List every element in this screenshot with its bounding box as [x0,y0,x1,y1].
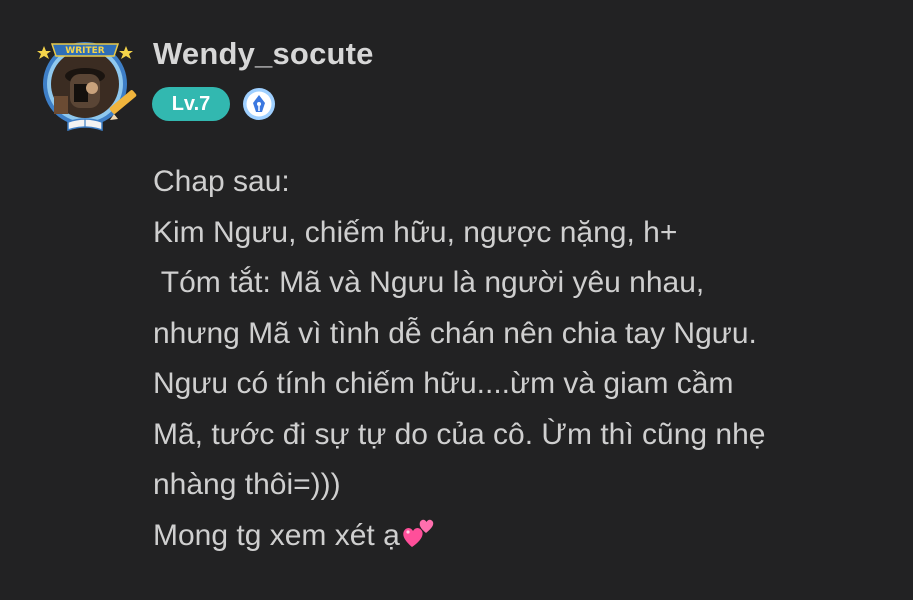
two-hearts-icon [402,515,436,566]
body-line-last: Mong tg xem xét ạ [153,511,893,566]
body-line: Mã, tước đi sự tự do của cô. Ừm thì cũng… [153,417,766,451]
author-avatar[interactable]: WRITER [30,36,140,136]
body-line: nhưng Mã vì tình dễ chán nên chia tay Ng… [153,316,757,350]
body-line: Tóm tắt: Mã và Ngưu là người yêu nhau, [153,266,705,299]
comment-body: Chap sau: Kim Ngưu, chiếm hữu, ngược nặn… [153,157,893,565]
author-username[interactable]: Wendy_socute [153,36,374,72]
body-line: Ngưu có tính chiếm hữu....ừm và giam cầm [153,367,734,400]
body-line: Kim Ngưu, chiếm hữu, ngược nặng, h+ [153,215,678,249]
body-line: Chap sau: [153,165,290,198]
avatar-frame-label: WRITER [65,46,104,56]
level-badge: Lv.7 [152,87,230,121]
fountain-pen-icon [242,87,276,121]
comment-post: WRITER Wendy_socute Lv.7 Chap sau: Kim N… [0,0,913,600]
body-line-text: Mong tg xem xét ạ [153,518,400,552]
body-line: nhàng thôi=))) [153,468,341,501]
writer-avatar-frame: WRITER [37,42,137,132]
